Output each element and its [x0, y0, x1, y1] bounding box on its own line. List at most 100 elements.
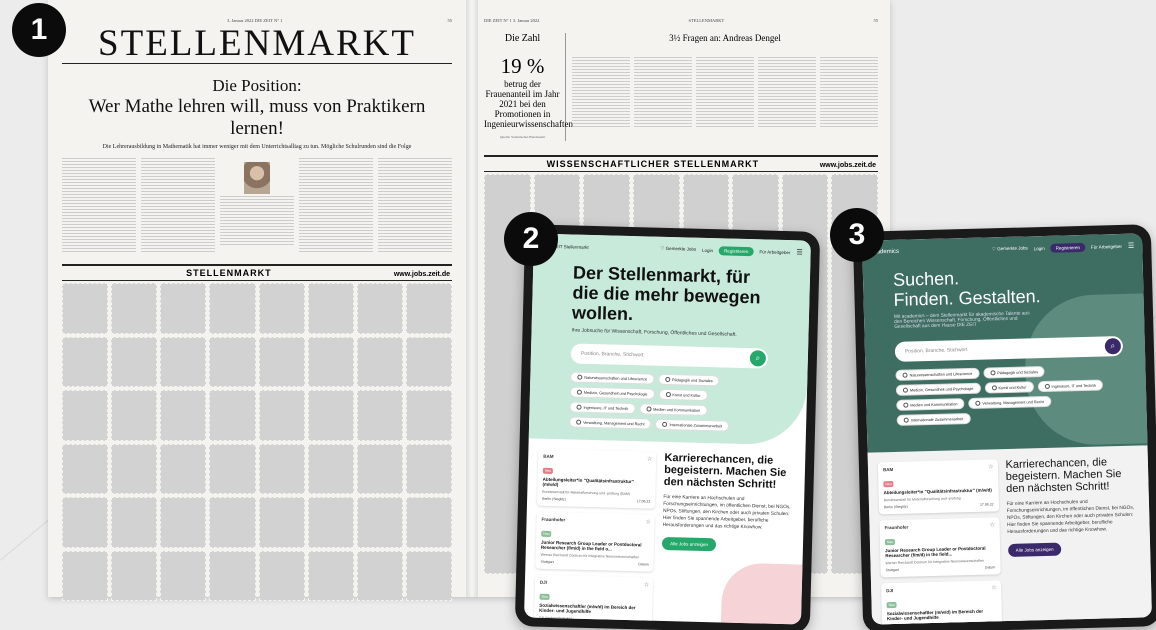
category-chip[interactable]: Medizin, Gesundheit und Psychologie: [895, 382, 981, 396]
category-chip-label: Medien und Kommunikation: [910, 401, 958, 408]
saved-jobs-link[interactable]: ♡ Gemerkte Jobs: [992, 245, 1028, 252]
category-chip[interactable]: Verwaltung, Management und Recht: [569, 416, 652, 430]
category-chip[interactable]: Internationale Zusammenarbeit: [896, 412, 971, 426]
category-chip[interactable]: Verwaltung, Management und Recht: [968, 395, 1051, 409]
ad-cell: [405, 443, 452, 494]
bookmark-icon[interactable]: ☆: [991, 584, 997, 591]
ad-cell: [209, 550, 256, 601]
ad-cell: [307, 443, 354, 494]
ad-cell: [160, 283, 207, 334]
saved-jobs-link[interactable]: ♡ Gemerkte Jobs: [660, 246, 696, 253]
tablet-screen: academics ♡ Gemerkte Jobs Login Registri…: [862, 233, 1152, 625]
ad-cell: [111, 550, 158, 601]
new-badge: Neu: [886, 601, 898, 609]
category-chip[interactable]: Naturwissenschaften und Lifescience: [570, 371, 655, 385]
ad-cell: [356, 336, 403, 387]
ad-cell: [258, 443, 305, 494]
search-icon[interactable]: ⌕: [749, 350, 767, 367]
ad-cell: [405, 336, 452, 387]
category-chip[interactable]: Internationale Zusammenarbeit: [655, 418, 730, 432]
category-chip[interactable]: Medien und Kommunikation: [638, 403, 708, 417]
category-chip[interactable]: Medien und Kommunikation: [896, 398, 965, 411]
all-jobs-button[interactable]: Alle Jobs anzeigen: [662, 536, 717, 552]
feature-block: Die Zahl 19 % betrug der Frauenanteil im…: [484, 33, 878, 141]
category-chip[interactable]: Pädagogik und Soziales: [983, 365, 1046, 379]
bookmark-icon[interactable]: ☆: [647, 455, 653, 462]
bookmark-icon[interactable]: ☆: [644, 581, 650, 588]
job-location-row: Stuttgart Datum: [540, 560, 648, 567]
text-column: [378, 158, 452, 254]
ad-cell: [209, 390, 256, 441]
employer-logo: BAM: [543, 453, 554, 460]
ad-cell: [111, 390, 158, 441]
article-deck: Die Lehrerausbildung in Mathematik hat i…: [102, 144, 412, 150]
search-input[interactable]: Position, Branche, Stichwort ⌕: [570, 343, 769, 369]
category-icon: [902, 372, 908, 378]
category-chip[interactable]: Kunst und Kultur: [658, 388, 708, 402]
category-chip[interactable]: Kunst und Kultur: [984, 381, 1034, 394]
category-chip[interactable]: Medizin, Gesundheit und Psychologie: [569, 386, 655, 400]
article-body: [62, 158, 452, 254]
category-chip[interactable]: Ingenieure, IT und Technik: [569, 401, 636, 415]
category-chip-label: Naturwissenschaften und Lifescience: [584, 375, 648, 381]
category-chip-label: Pädagogik und Soziales: [671, 377, 713, 383]
ad-cell: [405, 497, 452, 548]
ad-cell: [160, 443, 207, 494]
page-folio: DIE ZEIT N° 1 3. Januar 2022 STELLENMARK…: [484, 18, 878, 23]
category-chip-label: Pädagogik und Soziales: [997, 369, 1038, 375]
category-chip-label: Medien und Kommunikation: [653, 407, 701, 413]
category-chip-label: Verwaltung, Management und Recht: [982, 399, 1044, 406]
category-icon: [903, 402, 909, 408]
category-chip-label: Naturwissenschaften und Lifescience: [909, 371, 973, 378]
job-card[interactable]: BAM ☆ Neu Abteilungsleiter*in "Qualitätsinf…: [536, 448, 657, 509]
ad-cell: [356, 550, 403, 601]
category-chip[interactable]: Ingenieure, IT und Technik: [1037, 379, 1104, 393]
author-photo: [244, 162, 270, 194]
ad-cell: [258, 550, 305, 601]
hero-subtitle: Ihre Jobsuche für Wissenschaft, Forschun…: [571, 327, 737, 338]
interview-block: 3½ Fragen an: Andreas Dengel: [566, 33, 878, 141]
job-title: Junior Research Group Leader or Postdoct…: [540, 539, 642, 552]
ad-cell: [258, 390, 305, 441]
register-button[interactable]: Registrieren: [1050, 242, 1086, 253]
category-chip[interactable]: Pädagogik und Soziales: [657, 373, 720, 387]
job-card[interactable]: Fraunhofer ☆ Neu Junior Research Group Lead…: [535, 511, 655, 572]
login-link[interactable]: Login: [702, 247, 713, 252]
ad-cell: [160, 336, 207, 387]
bookmark-icon[interactable]: ☆: [645, 518, 651, 525]
tablet-3: academics ♡ Gemerkte Jobs Login Registri…: [852, 224, 1156, 630]
ad-cell: [307, 390, 354, 441]
ad-cell: [209, 283, 256, 334]
job-card[interactable]: BAM ☆ Neu Abteilungsleiter*in "Qualitätsinf…: [877, 459, 999, 515]
category-chip-label: Internationale Zusammenarbeit: [669, 422, 723, 428]
text-column: [62, 158, 136, 254]
ad-cell: [405, 390, 452, 441]
search-input[interactable]: Position, Branche, Stichwort ⌕: [894, 335, 1124, 362]
article-kicker: Die Position:: [212, 76, 302, 95]
ad-cell: [209, 497, 256, 548]
employers-link[interactable]: Für Arbeitgeber: [1091, 243, 1122, 249]
ad-cell: [356, 390, 403, 441]
search-icon[interactable]: ⌕: [1104, 337, 1122, 355]
employers-link[interactable]: Für Arbeitgeber: [759, 249, 790, 255]
text-column: [220, 196, 294, 246]
job-card[interactable]: Fraunhofer ☆ Neu Junior Research Group Lead…: [879, 517, 1001, 578]
new-badge: Neu: [884, 538, 896, 546]
ad-cell: [62, 336, 109, 387]
category-chip[interactable]: Naturwissenschaften und Lifescience: [895, 367, 980, 381]
job-card[interactable]: DJI ☆ Neu Sozialwissenschaftler (m/w/d) im …: [880, 580, 1002, 625]
job-city: Stuttgart: [540, 559, 554, 565]
ad-cell: [209, 336, 256, 387]
ad-cell: [356, 283, 403, 334]
bookmark-icon[interactable]: ☆: [990, 521, 996, 528]
menu-icon[interactable]: ☰: [1128, 242, 1134, 250]
new-badge: Neu: [541, 530, 552, 538]
job-card[interactable]: DJI ☆ Neu Sozialwissenschaftler (m/w/d) im …: [533, 574, 654, 625]
menu-icon[interactable]: ☰: [796, 248, 802, 256]
login-link[interactable]: Login: [1034, 245, 1045, 250]
all-jobs-button[interactable]: Alle Jobs anzeigen: [1007, 542, 1062, 558]
bookmark-icon[interactable]: ☆: [988, 463, 994, 470]
register-button[interactable]: Registrieren: [718, 245, 754, 256]
job-title: Sozialwissenschaftler (m/w/d) im Bereich…: [886, 608, 984, 622]
category-icon: [991, 385, 997, 391]
